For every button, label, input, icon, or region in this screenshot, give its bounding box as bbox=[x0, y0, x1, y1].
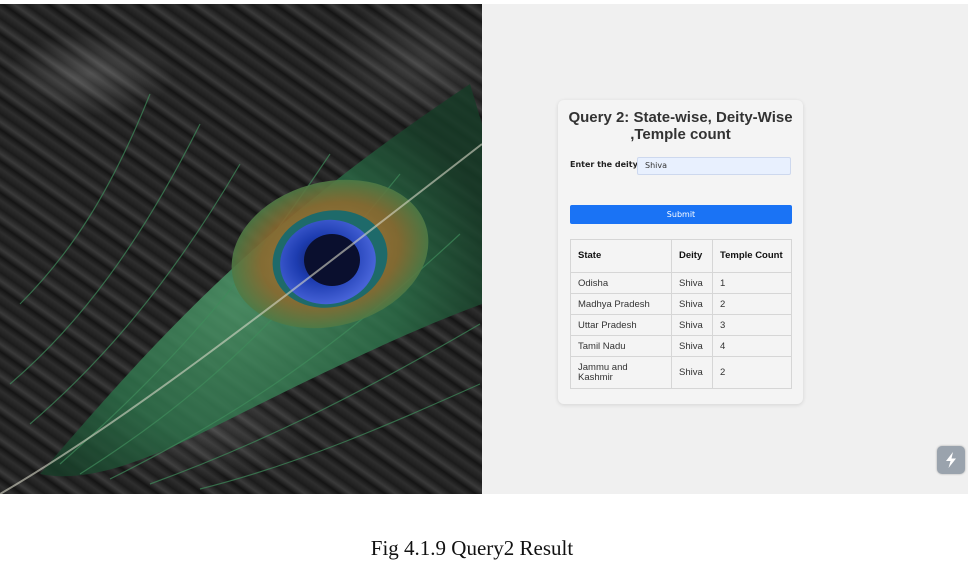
cell-state: Odisha bbox=[570, 272, 672, 294]
header-deity: Deity bbox=[671, 239, 713, 273]
table-row: Tamil Nadu Shiva 4 bbox=[570, 335, 792, 357]
cell-state: Madhya Pradesh bbox=[570, 293, 672, 315]
cell-count: 2 bbox=[712, 356, 792, 389]
cell-deity: Shiva bbox=[671, 314, 713, 336]
cell-count: 4 bbox=[712, 335, 792, 357]
table-row: Odisha Shiva 1 bbox=[570, 272, 792, 294]
lightning-bolt-icon[interactable] bbox=[937, 446, 965, 474]
app-screenshot: Query 2: State-wise, Deity-Wise ,Temple … bbox=[0, 4, 968, 494]
table-row: Jammu and Kashmir Shiva 2 bbox=[570, 356, 792, 389]
table-row: Uttar Pradesh Shiva 3 bbox=[570, 314, 792, 336]
submit-button[interactable]: Submit bbox=[570, 205, 792, 224]
cell-count: 2 bbox=[712, 293, 792, 315]
deity-input[interactable]: Shiva bbox=[637, 157, 791, 175]
header-temple-count: Temple Count bbox=[712, 239, 792, 273]
cell-state: Jammu and Kashmir bbox=[570, 356, 672, 389]
figure-caption: Fig 4.1.9 Query2 Result bbox=[370, 536, 574, 560]
query-form-card: Query 2: State-wise, Deity-Wise ,Temple … bbox=[558, 100, 803, 404]
cell-deity: Shiva bbox=[671, 356, 713, 389]
deity-field-row: Enter the deity: Shiva bbox=[570, 157, 792, 177]
cell-deity: Shiva bbox=[671, 335, 713, 357]
cell-count: 3 bbox=[712, 314, 792, 336]
cell-deity: Shiva bbox=[671, 272, 713, 294]
table-row: Madhya Pradesh Shiva 2 bbox=[570, 293, 792, 315]
header-state: State bbox=[570, 239, 672, 273]
deity-label: Enter the deity: bbox=[570, 160, 642, 169]
results-table: State Deity Temple Count Odisha Shiva 1 … bbox=[570, 239, 792, 389]
cell-state: Tamil Nadu bbox=[570, 335, 672, 357]
cell-deity: Shiva bbox=[671, 293, 713, 315]
table-header-row: State Deity Temple Count bbox=[570, 239, 792, 273]
cell-state: Uttar Pradesh bbox=[570, 314, 672, 336]
form-title: Query 2: State-wise, Deity-Wise ,Temple … bbox=[568, 109, 793, 143]
cell-count: 1 bbox=[712, 272, 792, 294]
peacock-feather-image bbox=[0, 4, 482, 494]
